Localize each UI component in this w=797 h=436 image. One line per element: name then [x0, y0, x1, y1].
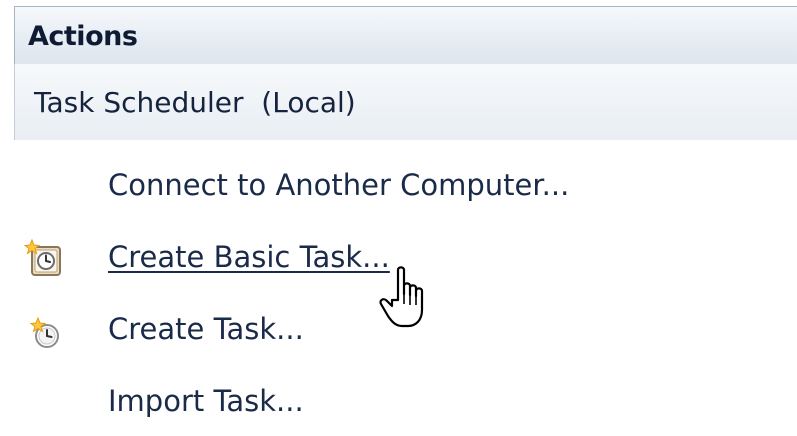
create-basic-task-icon: [23, 238, 68, 282]
action-create-task[interactable]: Create Task...: [0, 304, 797, 364]
action-import-task[interactable]: Import Task...: [0, 376, 797, 436]
action-create-basic-task[interactable]: Create Basic Task...: [0, 232, 797, 292]
actions-title: Actions: [28, 21, 138, 52]
action-label: Connect to Another Computer...: [108, 168, 570, 202]
action-label: Create Basic Task...: [108, 240, 390, 274]
actions-header[interactable]: Actions: [14, 6, 797, 64]
section-title: Task Scheduler (Local): [34, 86, 356, 119]
actions-pane: Actions Task Scheduler (Local) Connect t…: [0, 0, 797, 424]
action-label: Create Task...: [108, 312, 304, 346]
action-connect-to-another-computer[interactable]: Connect to Another Computer...: [0, 160, 797, 220]
create-task-icon: [24, 310, 68, 354]
section-task-scheduler-local[interactable]: Task Scheduler (Local): [14, 64, 797, 140]
action-label: Import Task...: [108, 384, 304, 418]
